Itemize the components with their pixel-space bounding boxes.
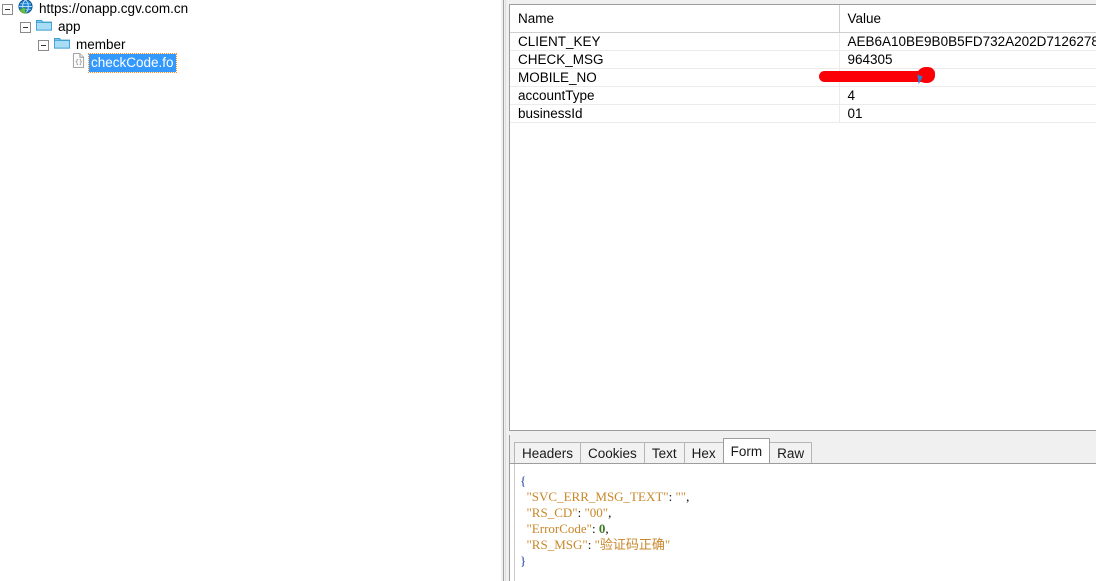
json-key: "ErrorCode" — [526, 521, 592, 536]
cell-param-name: CLIENT_KEY — [510, 32, 840, 51]
inspector-tabstrip: Headers Cookies Text Hex Form Raw — [509, 435, 1096, 463]
tree-node-host[interactable]: https://onapp.cgv.com.cn — [0, 0, 500, 18]
cell-param-value: AEB6A10BE9B0B5FD732A202D71262787 — [839, 32, 1096, 51]
json-body: { "SVC_ERR_MSG_TEXT": "", "RS_CD": "00",… — [510, 464, 1096, 569]
inspector-pane: Name Value CLIENT_KEY AEB6A10BE9B0B5FD73… — [509, 0, 1096, 581]
json-file-icon: {} — [72, 53, 85, 73]
json-open-brace: { — [520, 473, 527, 488]
json-colon: : — [591, 521, 599, 536]
tab-hex[interactable]: Hex — [683, 442, 724, 463]
json-colon: : — [587, 537, 595, 552]
app-window: https://onapp.cgv.com.cn app member {} c… — [0, 0, 1096, 581]
table-row[interactable]: CLIENT_KEY AEB6A10BE9B0B5FD732A202D71262… — [510, 32, 1096, 51]
cell-param-name: accountType — [510, 86, 840, 105]
body-gutter — [510, 464, 515, 581]
request-form-grid[interactable]: Name Value CLIENT_KEY AEB6A10BE9B0B5FD73… — [509, 4, 1096, 431]
json-close-brace: } — [520, 553, 527, 568]
json-key: "RS_MSG" — [526, 537, 588, 552]
cell-param-value-redacted — [839, 68, 1096, 87]
svg-text:{}: {} — [75, 58, 83, 66]
tree-node-checkcode[interactable]: {} checkCode.fo — [0, 53, 500, 73]
folder-icon — [54, 36, 70, 54]
session-tree-pane: https://onapp.cgv.com.cn app member {} c… — [0, 0, 500, 581]
json-value: "00" — [584, 505, 609, 520]
tab-form[interactable]: Form — [722, 438, 771, 463]
tree-node-label-selected: checkCode.fo — [88, 53, 177, 73]
splitter-handle[interactable] — [503, 0, 506, 581]
cell-param-name: businessId — [510, 104, 840, 123]
folder-icon — [36, 18, 52, 36]
table-row[interactable]: CHECK_MSG 964305 — [510, 50, 1096, 69]
json-value: "" — [675, 489, 687, 504]
json-comma: , — [608, 505, 612, 520]
tab-headers[interactable]: Headers — [514, 442, 582, 463]
table-row[interactable]: MOBILE_NO — [510, 68, 1096, 87]
tab-raw[interactable]: Raw — [769, 442, 813, 463]
json-key: "SVC_ERR_MSG_TEXT" — [526, 489, 669, 504]
table-row[interactable]: accountType 4 — [510, 86, 1096, 105]
response-body-pane[interactable]: { "SVC_ERR_MSG_TEXT": "", "RS_CD": "00",… — [509, 463, 1096, 581]
cell-param-value: 4 — [839, 86, 1096, 105]
tab-cookies[interactable]: Cookies — [580, 442, 645, 463]
json-value: "验证码正确" — [594, 537, 671, 552]
globe-icon — [18, 0, 33, 19]
expander-collapse-icon[interactable] — [38, 39, 49, 51]
pane-splitter[interactable] — [500, 0, 509, 581]
table-row[interactable]: businessId 01 — [510, 104, 1096, 123]
cell-param-value: 964305 — [839, 50, 1096, 69]
tree-node-label: app — [58, 19, 81, 34]
column-header-value[interactable]: Value — [839, 5, 1096, 33]
json-comma: , — [686, 489, 690, 504]
tree-node-app[interactable]: app — [0, 18, 500, 36]
expander-collapse-icon[interactable] — [20, 21, 31, 33]
form-table: Name Value CLIENT_KEY AEB6A10BE9B0B5FD73… — [510, 5, 1096, 123]
tree-node-label: member — [76, 37, 126, 52]
cell-param-name: CHECK_MSG — [510, 50, 840, 69]
json-comma: , — [605, 521, 609, 536]
table-header-row: Name Value — [510, 5, 1096, 33]
cell-param-name: MOBILE_NO — [510, 68, 840, 87]
tree-node-label: https://onapp.cgv.com.cn — [39, 1, 189, 16]
json-key: "RS_CD" — [526, 505, 578, 520]
expander-collapse-icon[interactable] — [2, 3, 13, 15]
tree-node-member[interactable]: member — [0, 36, 500, 54]
column-header-name[interactable]: Name — [510, 5, 840, 33]
tab-text[interactable]: Text — [643, 442, 685, 463]
cell-param-value: 01 — [839, 104, 1096, 123]
